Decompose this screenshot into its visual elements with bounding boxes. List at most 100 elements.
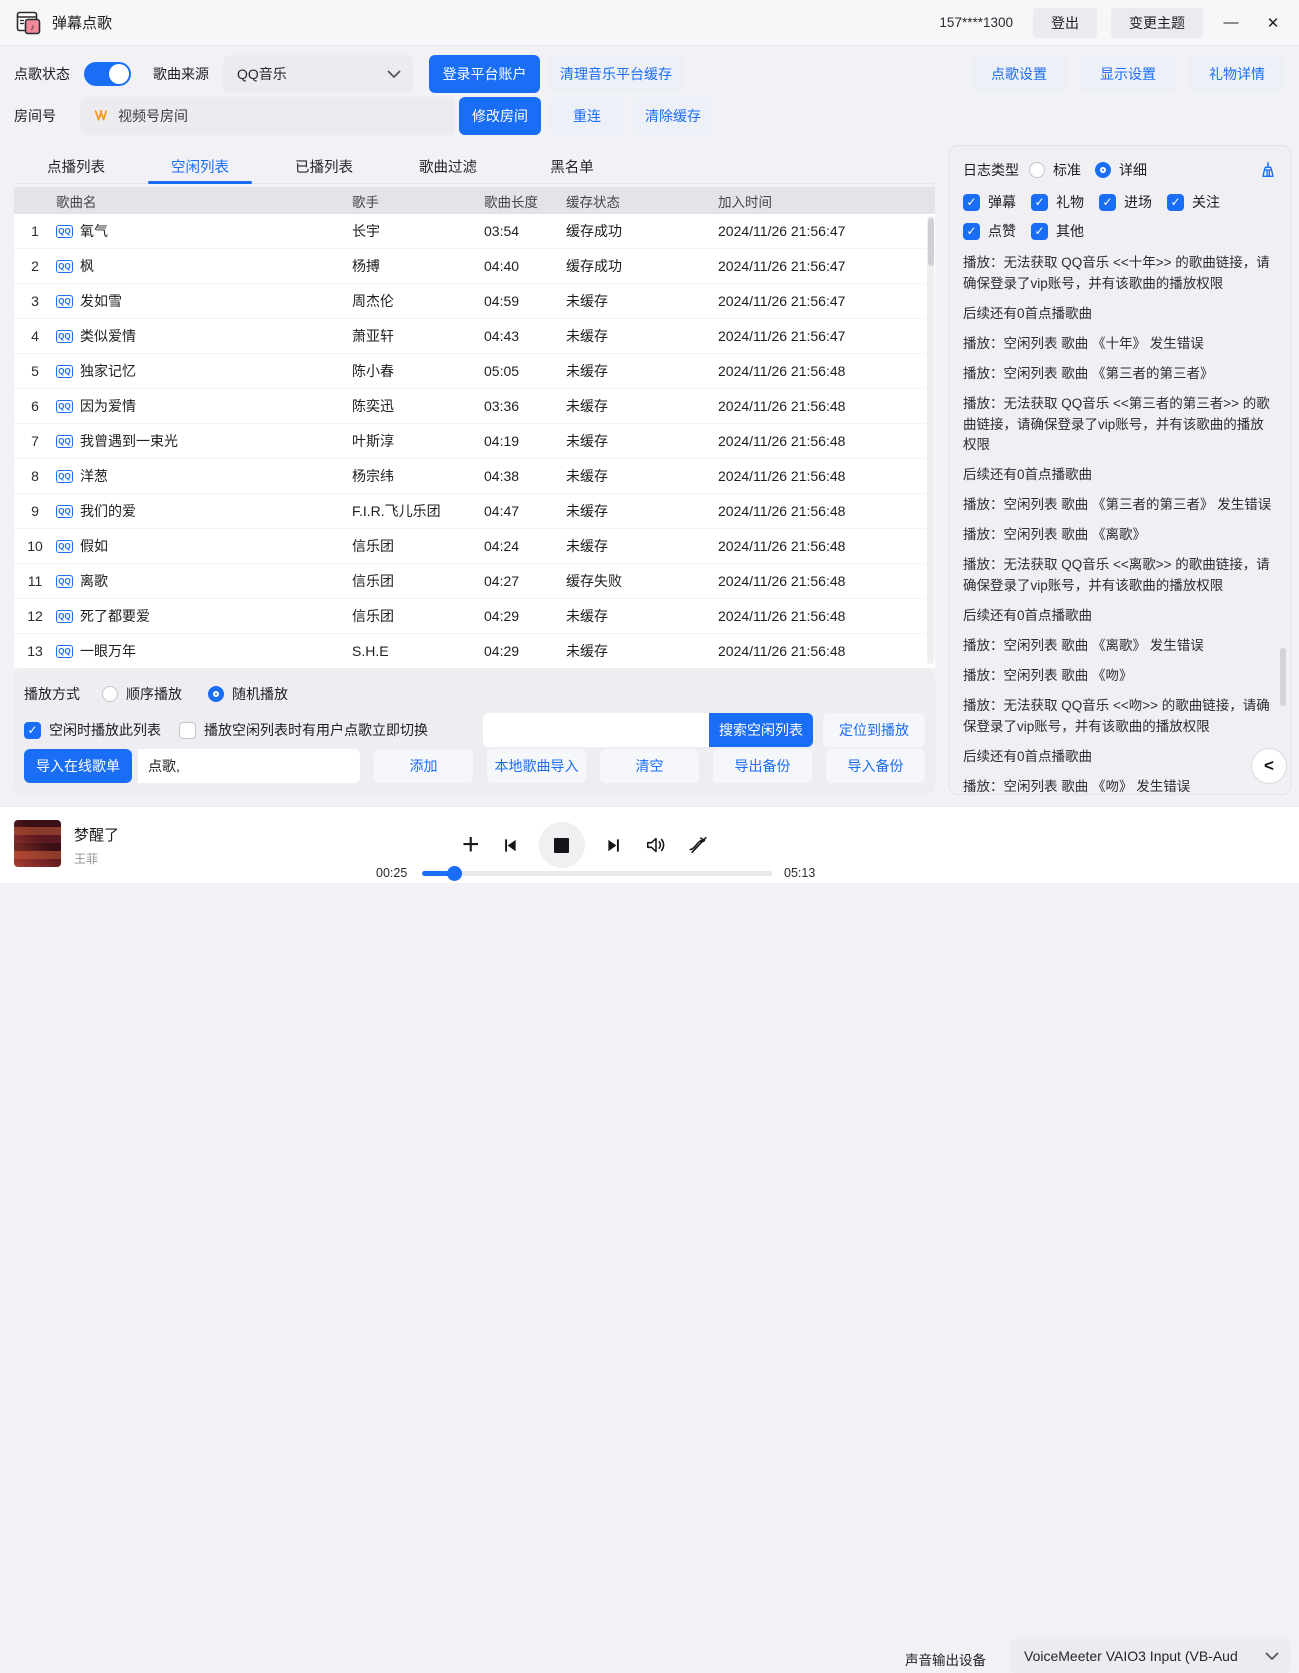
header-artist: 歌手	[352, 191, 484, 211]
idle-checkbox[interactable]: 播放空闲列表时有用户点歌立即切换	[179, 720, 428, 740]
log-filter-checkbox-label: 其他	[1056, 221, 1084, 241]
cache-status: 未缓存	[566, 501, 718, 521]
table-row[interactable]: 4QQ类似爱情萧亚轩04:43未缓存2024/11/26 21:56:47	[14, 319, 935, 354]
progress-slider[interactable]	[422, 871, 772, 876]
log-type-options: 标准详细	[1029, 160, 1161, 180]
song-artist: 陈奕迅	[352, 396, 484, 416]
checkbox-checked	[1031, 223, 1048, 240]
clear-list-button[interactable]: 清空	[600, 749, 699, 783]
add-button[interactable]: 添加	[374, 749, 473, 783]
log-filter-checkbox[interactable]: 弹幕	[963, 192, 1016, 212]
previous-track-icon[interactable]	[499, 835, 520, 856]
log-filter-checkbox[interactable]: 关注	[1167, 192, 1220, 212]
song-artist: 信乐团	[352, 571, 484, 591]
log-filter-checkbox[interactable]: 其他	[1031, 221, 1084, 241]
reconnect-button[interactable]: 重连	[549, 97, 625, 135]
minimize-icon[interactable]: —	[1217, 14, 1245, 31]
song-name-cell: QQ独家记忆	[56, 361, 352, 381]
tab-played-list[interactable]: 已播列表	[262, 150, 386, 183]
added-time: 2024/11/26 21:56:48	[718, 573, 935, 589]
audio-output-select[interactable]: VoiceMeeter VAIO3 Input (VB-Aud	[1010, 1639, 1291, 1673]
playback-mode-row: 播放方式 顺序播放 随机播放	[24, 676, 925, 712]
song-name-cell: QQ因为爱情	[56, 396, 352, 416]
volume-icon[interactable]	[644, 834, 668, 856]
table-row[interactable]: 13QQ一眼万年S.H.E04:29未缓存2024/11/26 21:56:48	[14, 634, 935, 669]
playback-mode-label: 播放方式	[24, 684, 80, 704]
player-bar: 梦醒了 王菲 + 00:25 05:13 声音输出设备 VoiceMeeter …	[0, 806, 1299, 883]
display-settings-button[interactable]: 显示设置	[1080, 55, 1176, 93]
cache-status: 未缓存	[566, 291, 718, 311]
change-theme-button[interactable]: 变更主题	[1111, 8, 1203, 38]
playback-mode-option[interactable]: 顺序播放	[102, 684, 182, 704]
logout-button[interactable]: 登出	[1033, 8, 1097, 38]
scrollbar-thumb[interactable]	[928, 218, 934, 266]
import-backup-button[interactable]: 导入备份	[826, 749, 925, 783]
idle-list-controls: 播放方式 顺序播放 随机播放 空闲时播放此列表播放空闲列表时有用户点歌立即切换 搜…	[14, 668, 935, 795]
table-row[interactable]: 12QQ死了都要爱信乐团04:29未缓存2024/11/26 21:56:48	[14, 599, 935, 634]
added-time: 2024/11/26 21:56:48	[718, 398, 935, 414]
clear-log-broom-icon[interactable]	[1259, 161, 1277, 179]
local-import-button[interactable]: 本地歌曲导入	[487, 749, 586, 783]
playback-mode-option-label: 顺序播放	[126, 684, 182, 704]
table-row[interactable]: 8QQ洋葱杨宗纬04:38未缓存2024/11/26 21:56:48	[14, 459, 935, 494]
idle-checkbox[interactable]: 空闲时播放此列表	[24, 720, 161, 740]
song-artist: 陈小春	[352, 361, 484, 381]
log-scrollbar-thumb[interactable]	[1280, 648, 1286, 706]
table-row[interactable]: 9QQ我们的爱F.I.R.飞儿乐团04:47未缓存2024/11/26 21:5…	[14, 494, 935, 529]
song-settings-button[interactable]: 点歌设置	[971, 55, 1067, 93]
table-scrollbar[interactable]	[927, 216, 934, 664]
tab-idle-list[interactable]: 空闲列表	[138, 150, 262, 183]
cache-status: 缓存成功	[566, 256, 718, 276]
song-name: 我曾遇到一束光	[80, 431, 178, 451]
login-platform-button[interactable]: 登录平台账户	[429, 55, 540, 93]
close-icon[interactable]: ✕	[1259, 14, 1287, 32]
added-time: 2024/11/26 21:56:48	[718, 468, 935, 484]
log-filter-checkbox[interactable]: 点赞	[963, 221, 1016, 241]
search-input[interactable]	[483, 713, 709, 747]
song-status-toggle[interactable]	[84, 62, 131, 86]
collapse-panel-button[interactable]: <	[1251, 748, 1287, 784]
export-backup-button[interactable]: 导出备份	[713, 749, 812, 783]
cache-status: 缓存成功	[566, 221, 718, 241]
gift-details-button[interactable]: 礼物详情	[1189, 55, 1285, 93]
clean-platform-cache-button[interactable]: 清理音乐平台缓存	[548, 55, 684, 93]
log-entry: 后续还有0首点播歌曲	[963, 304, 1277, 325]
table-row[interactable]: 2QQ枫杨搏04:40缓存成功2024/11/26 21:56:47	[14, 249, 935, 284]
modify-room-button[interactable]: 修改房间	[459, 97, 541, 135]
song-source-select[interactable]: QQ音乐	[223, 55, 413, 93]
tab-song-filter[interactable]: 歌曲过滤	[386, 150, 510, 183]
locate-playing-button[interactable]: 定位到播放	[823, 713, 925, 747]
tab-request-list[interactable]: 点播列表	[14, 150, 138, 183]
table-row[interactable]: 5QQ独家记忆陈小春05:05未缓存2024/11/26 21:56:48	[14, 354, 935, 389]
song-duration: 04:43	[484, 328, 566, 344]
log-type-option[interactable]: 标准	[1029, 160, 1081, 180]
log-filter-checkbox[interactable]: 礼物	[1031, 192, 1084, 212]
table-row[interactable]: 10QQ假如信乐团04:24未缓存2024/11/26 21:56:48	[14, 529, 935, 564]
progress-thumb[interactable]	[447, 866, 462, 881]
table-row[interactable]: 6QQ因为爱情陈奕迅03:36未缓存2024/11/26 21:56:48	[14, 389, 935, 424]
log-entries: 播放：无法获取 QQ音乐 <<十年>> 的歌曲链接，请确保登录了vip账号，并有…	[963, 253, 1277, 795]
checkbox-checked	[1099, 194, 1116, 211]
log-filter-checkbox[interactable]: 进场	[1099, 192, 1152, 212]
row-index: 10	[14, 538, 56, 554]
log-entry: 后续还有0首点播歌曲	[963, 465, 1277, 486]
table-row[interactable]: 1QQ氧气长宇03:54缓存成功2024/11/26 21:56:47	[14, 214, 935, 249]
add-song-icon[interactable]: +	[462, 830, 480, 860]
command-keyword-input[interactable]	[138, 749, 360, 783]
room-input[interactable]: 视频号房间	[80, 97, 455, 135]
table-row[interactable]: 7QQ我曾遇到一束光叶斯淳04:19未缓存2024/11/26 21:56:48	[14, 424, 935, 459]
playback-mode-option[interactable]: 随机播放	[208, 684, 288, 704]
log-type-option[interactable]: 详细	[1095, 160, 1147, 180]
log-entry: 播放：空闲列表 歌曲 《离歌》	[963, 525, 1277, 546]
tab-blacklist[interactable]: 黑名单	[510, 150, 634, 183]
crossed-arrow-icon[interactable]	[687, 834, 710, 856]
next-track-icon[interactable]	[604, 835, 625, 856]
table-row[interactable]: 3QQ发如雪周杰伦04:59未缓存2024/11/26 21:56:47	[14, 284, 935, 319]
row-index: 6	[14, 398, 56, 414]
clear-cache-button[interactable]: 清除缓存	[633, 97, 713, 135]
song-name: 氧气	[80, 221, 108, 241]
table-row[interactable]: 11QQ离歌信乐团04:27缓存失败2024/11/26 21:56:48	[14, 564, 935, 599]
stop-button[interactable]	[539, 822, 585, 868]
search-idle-list-button[interactable]: 搜索空闲列表	[709, 713, 813, 747]
import-online-playlist-button[interactable]: 导入在线歌单	[24, 749, 132, 783]
